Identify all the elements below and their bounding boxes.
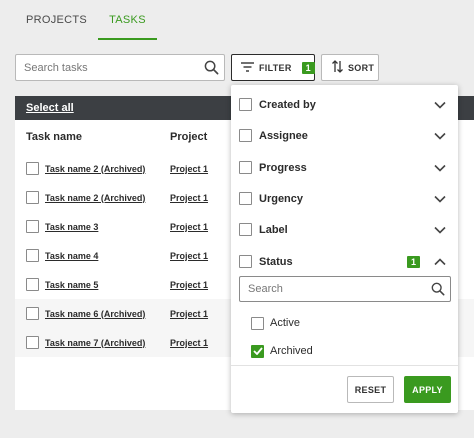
task-name-link[interactable]: Task name 7 (Archived) xyxy=(45,338,170,348)
filter-group-checkbox[interactable] xyxy=(239,161,252,174)
filter-group-label-filter[interactable]: Label xyxy=(231,215,458,244)
status-search-input[interactable] xyxy=(240,277,426,301)
task-name-link[interactable]: Task name 2 (Archived) xyxy=(45,193,170,203)
filter-button[interactable]: FILTER 1 xyxy=(231,54,315,81)
row-checkbox[interactable] xyxy=(26,220,39,233)
filter-button-label: FILTER xyxy=(259,62,292,73)
project-link[interactable]: Project 1 xyxy=(170,164,208,174)
filter-group-created-by[interactable]: Created by xyxy=(231,90,458,119)
row-checkbox[interactable] xyxy=(26,249,39,262)
search-icon[interactable] xyxy=(198,55,224,80)
tab-tasks[interactable]: TASKS xyxy=(98,0,157,40)
select-all-link[interactable]: Select all xyxy=(26,102,74,114)
checkmark-icon xyxy=(252,347,263,355)
column-header-project[interactable]: Project xyxy=(170,131,207,143)
search-tasks-input[interactable] xyxy=(16,55,198,80)
tab-projects[interactable]: PROJECTS xyxy=(15,0,98,40)
filter-group-label: Urgency xyxy=(259,192,304,205)
tab-bar: PROJECTS TASKS xyxy=(15,0,157,40)
chevron-down-icon[interactable] xyxy=(430,98,450,112)
row-checkbox[interactable] xyxy=(26,191,39,204)
filter-group-checkbox[interactable] xyxy=(239,192,252,205)
search-tasks-box xyxy=(15,54,225,81)
row-checkbox[interactable] xyxy=(26,336,39,349)
filter-group-checkbox[interactable] xyxy=(239,223,252,236)
project-link[interactable]: Project 1 xyxy=(170,222,208,232)
status-option-checkbox[interactable] xyxy=(251,316,264,330)
task-name-link[interactable]: Task name 2 (Archived) xyxy=(45,164,170,174)
status-count-badge: 1 xyxy=(407,255,420,268)
filter-group-status[interactable]: Status 1 xyxy=(231,247,458,276)
filter-icon xyxy=(241,61,254,74)
status-option-label: Active xyxy=(270,317,300,329)
reset-button[interactable]: RESET xyxy=(347,376,394,403)
filter-group-checkbox[interactable] xyxy=(239,129,252,142)
sort-button-label: SORT xyxy=(348,62,375,73)
project-link[interactable]: Project 1 xyxy=(170,251,208,261)
status-option-checkbox[interactable] xyxy=(251,344,264,358)
row-checkbox[interactable] xyxy=(26,162,39,175)
project-link[interactable]: Project 1 xyxy=(170,280,208,290)
task-name-link[interactable]: Task name 5 xyxy=(45,280,170,290)
task-name-link[interactable]: Task name 4 xyxy=(45,251,170,261)
apply-button[interactable]: APPLY xyxy=(404,376,451,403)
row-checkbox[interactable] xyxy=(26,278,39,291)
filter-group-checkbox[interactable] xyxy=(239,98,252,111)
chevron-down-icon[interactable] xyxy=(430,223,450,237)
project-link[interactable]: Project 1 xyxy=(170,338,208,348)
sort-icon xyxy=(332,60,343,75)
chevron-down-icon[interactable] xyxy=(430,192,450,206)
filter-group-label: Created by xyxy=(259,98,316,111)
column-header-task-name[interactable]: Task name xyxy=(26,131,170,143)
status-option-active[interactable]: Active xyxy=(251,313,300,333)
chevron-down-icon[interactable] xyxy=(430,129,450,143)
status-option-archived[interactable]: Archived xyxy=(251,341,313,361)
task-name-link[interactable]: Task name 6 (Archived) xyxy=(45,309,170,319)
filter-group-label: Label xyxy=(259,223,288,236)
chevron-up-icon[interactable] xyxy=(430,255,450,269)
filter-group-label: Assignee xyxy=(259,129,308,142)
chevron-down-icon[interactable] xyxy=(430,161,450,175)
task-name-link[interactable]: Task name 3 xyxy=(45,222,170,232)
project-link[interactable]: Project 1 xyxy=(170,309,208,319)
search-icon[interactable] xyxy=(426,282,450,296)
filter-count-badge: 1 xyxy=(301,61,315,74)
row-checkbox[interactable] xyxy=(26,307,39,320)
status-option-label: Archived xyxy=(270,345,313,357)
sort-button[interactable]: SORT xyxy=(321,54,379,81)
filter-group-label: Progress xyxy=(259,161,307,174)
filter-dropdown-panel: Created by Assignee Progress Urgency Lab… xyxy=(231,85,458,413)
filter-group-checkbox[interactable] xyxy=(239,255,252,268)
filter-group-urgency[interactable]: Urgency xyxy=(231,184,458,213)
project-link[interactable]: Project 1 xyxy=(170,193,208,203)
filter-group-label: Status xyxy=(259,255,293,268)
panel-divider xyxy=(231,365,458,366)
filter-group-assignee[interactable]: Assignee xyxy=(231,121,458,150)
filter-group-progress[interactable]: Progress xyxy=(231,153,458,182)
status-search-box xyxy=(239,276,451,302)
